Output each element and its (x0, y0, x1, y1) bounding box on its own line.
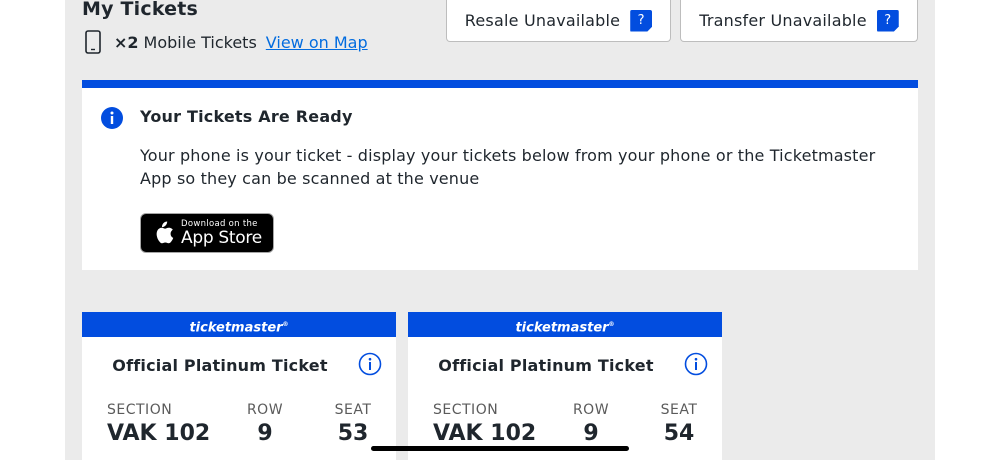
row-value: 9 (583, 421, 599, 446)
ticketmaster-logo: ticketmaster (189, 320, 283, 336)
ticketmaster-logo: ticketmaster (515, 320, 609, 336)
ticket-count: ×2 (114, 32, 139, 52)
mobile-phone-icon (85, 30, 101, 54)
app-store-button[interactable]: Download on the App Store (140, 213, 274, 253)
info-icon (101, 107, 123, 129)
page-title: My Tickets (82, 0, 199, 20)
resale-button-label: Resale Unavailable (464, 11, 621, 30)
notice-title: Your Tickets Are Ready (140, 107, 353, 126)
seat-label: SEAT (660, 402, 698, 418)
section-label: SECTION (433, 402, 499, 418)
section-column: SECTION VAK 102 (433, 402, 536, 446)
app-store-small-text: Download on the (181, 218, 258, 229)
section-column: SECTION VAK 102 (107, 402, 210, 446)
transfer-button[interactable]: Transfer Unavailable ? (680, 0, 918, 42)
ticket-card-header: ticketmaster® (82, 312, 396, 337)
ticket-title: Official Platinum Ticket (112, 356, 328, 375)
ticket-title: Official Platinum Ticket (438, 356, 654, 375)
seat-value: 54 (663, 421, 695, 446)
section-value: VAK 102 (107, 421, 211, 446)
row-value: 9 (257, 421, 273, 446)
app-store-large-text: App Store (181, 227, 262, 248)
ticket-card-header: ticketmaster® (408, 312, 722, 337)
home-indicator[interactable] (371, 446, 629, 451)
seat-value: 53 (337, 421, 369, 446)
row-label: ROW (246, 402, 284, 418)
ticket-summary: ×2 Mobile Tickets View on Map (84, 29, 368, 55)
transfer-button-label: Transfer Unavailable (699, 11, 867, 30)
info-icon[interactable] (358, 352, 382, 376)
help-icon[interactable]: ? (876, 9, 899, 32)
tickets-ready-notice: Your Tickets Are Ready Your phone is you… (82, 80, 918, 270)
notice-body: Your phone is your ticket - display your… (140, 146, 876, 188)
row-column: ROW 9 (242, 402, 288, 446)
ticket-card[interactable]: ticketmaster® Official Platinum Ticket S… (82, 312, 396, 472)
row-column: ROW 9 (568, 402, 614, 446)
section-label: SECTION (107, 402, 173, 418)
help-icon[interactable]: ? (630, 9, 653, 32)
info-icon[interactable] (684, 352, 708, 376)
seat-column: SEAT 54 (658, 402, 700, 446)
section-value: VAK 102 (433, 421, 537, 446)
seat-label: SEAT (334, 402, 372, 418)
seat-column: SEAT 53 (332, 402, 374, 446)
ticket-type: Mobile Tickets (143, 32, 257, 52)
view-on-map-link[interactable]: View on Map (266, 33, 368, 52)
apple-logo-icon (156, 221, 174, 244)
row-label: ROW (572, 402, 610, 418)
resale-button[interactable]: Resale Unavailable ? (446, 0, 671, 42)
